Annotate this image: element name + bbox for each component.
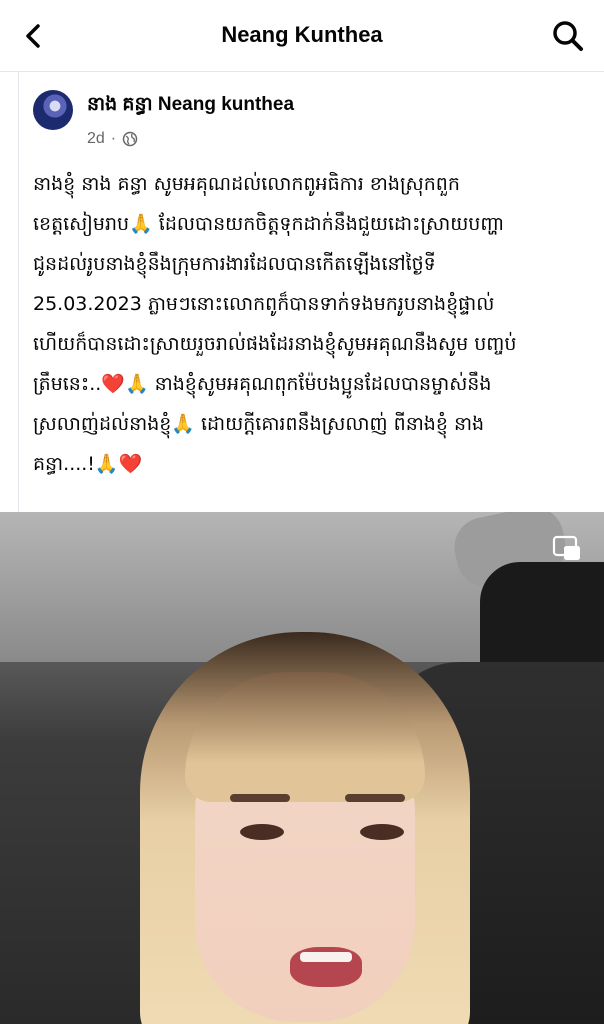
video-player[interactable] bbox=[0, 512, 604, 1024]
post-line: នាងខ្ញុំ នាង គន្ធា សូមអគុណដល់លោកពូអធិការ… bbox=[33, 173, 460, 195]
author-name[interactable]: នាង គន្ធា Neang kunthea bbox=[87, 92, 294, 120]
globe-icon bbox=[122, 131, 138, 147]
post-body: នាងខ្ញុំ នាង គន្ធា សូមអគុណដល់លោកពូអធិការ… bbox=[33, 164, 593, 484]
left-eyebrow bbox=[230, 794, 290, 802]
right-eye bbox=[360, 824, 404, 840]
post-line: 25.03.2023 ភ្លាមៗនោះលោកពូក៏បានទាក់ទងមករូ… bbox=[33, 293, 495, 315]
meta-separator: · bbox=[110, 130, 117, 147]
post-time[interactable]: 2d bbox=[87, 130, 105, 148]
post-line: ហើយក៏បានដោះស្រាយរួចរាល់ផងដែរនាងខ្ញុំសូមអ… bbox=[33, 333, 517, 355]
page-title: Neang Kunthea bbox=[221, 22, 383, 47]
teeth bbox=[300, 952, 352, 962]
search-icon[interactable] bbox=[550, 18, 586, 54]
post-line: ខេត្តសៀមរាប🙏 ដែលបានយកចិត្តទុកដាក់នឹងជួយដ… bbox=[33, 213, 505, 235]
post-line: ត្រឹមនេះ..❤️🙏 នាងខ្ញុំសូមអគុណពុកម៉ែបងប្អ… bbox=[33, 373, 492, 395]
avatar[interactable] bbox=[33, 90, 73, 130]
right-eyebrow bbox=[345, 794, 405, 802]
top-nav-bar: Neang Kunthea bbox=[0, 0, 604, 72]
post-card: នាង គន្ធា Neang kunthea 2d · នាងខ្ញុំ នា… bbox=[18, 72, 604, 512]
picture-in-picture-icon[interactable] bbox=[552, 534, 582, 564]
left-eye bbox=[240, 824, 284, 840]
post-meta: 2d · bbox=[87, 130, 138, 148]
post-line: គន្ធា....!🙏❤️ bbox=[33, 453, 143, 475]
post-line: ជូនដល់រូបនាងខ្ញុំនឹងក្រុមការងារដែលបានកើត… bbox=[33, 253, 436, 275]
post-line: ស្រលាញ់ដល់នាងខ្ញុំ🙏 ដោយក្តីគោរពនឹងស្រលាញ… bbox=[33, 413, 485, 435]
